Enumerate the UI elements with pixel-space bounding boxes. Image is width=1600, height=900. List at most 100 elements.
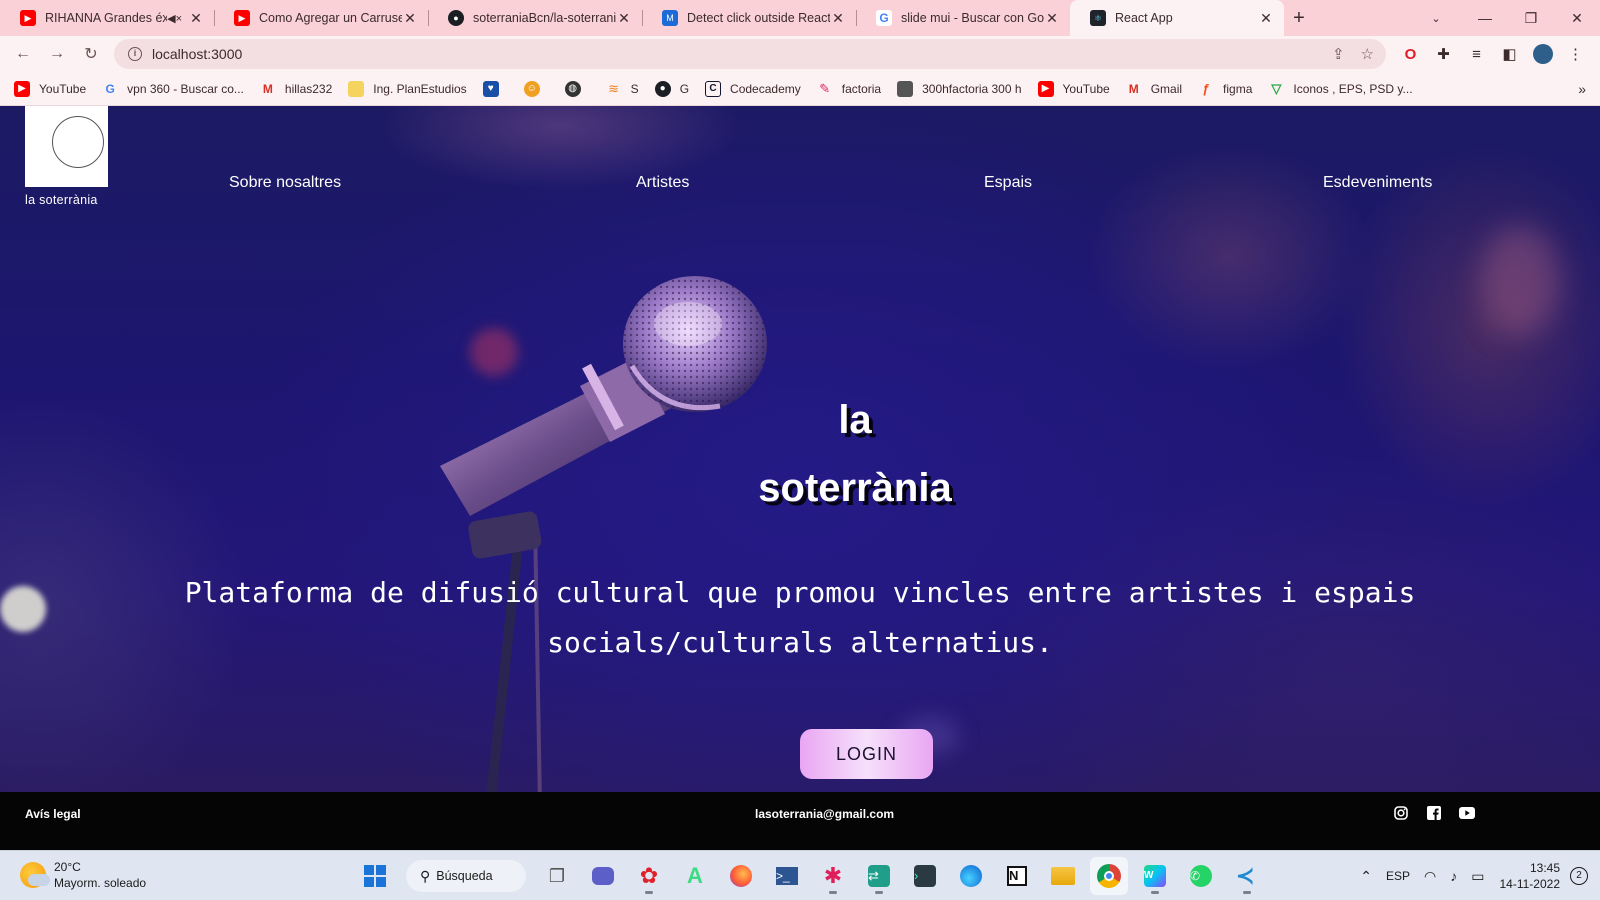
bookmark-item[interactable]: C Codecademy bbox=[705, 76, 809, 102]
web-page: la soterrània Sobre nosaltres Artistes E… bbox=[0, 106, 1600, 792]
bookmark-label: Gmail bbox=[1150, 81, 1183, 96]
browser-tab-detect-click[interactable]: M Detect click outside React c ✕ bbox=[642, 0, 856, 36]
battery-icon[interactable]: ▭ bbox=[1471, 868, 1484, 885]
bookmark-item[interactable]: ◍ bbox=[564, 76, 598, 102]
contact-email-link[interactable]: lasoterrania@gmail.com bbox=[755, 807, 894, 821]
vscode-icon[interactable]: ≺ bbox=[1228, 857, 1266, 895]
bookmark-item[interactable]: ▽ Iconos , EPS, PSD y... bbox=[1268, 76, 1420, 102]
facebook-icon[interactable] bbox=[1425, 804, 1442, 821]
speaker-muted-icon[interactable]: ◀× bbox=[167, 12, 182, 25]
close-tab-icon[interactable]: ✕ bbox=[1258, 10, 1274, 26]
bookmark-label: hillas232 bbox=[284, 81, 333, 96]
browser-tab-react-app[interactable]: ⚛ React App ✕ bbox=[1070, 0, 1284, 36]
notion-icon[interactable]: N bbox=[998, 857, 1036, 895]
profile-avatar-icon[interactable] bbox=[1526, 44, 1559, 64]
bookmark-item[interactable]: ✎ factoria bbox=[817, 76, 889, 102]
bookmark-star-icon[interactable]: ☆ bbox=[1361, 45, 1374, 63]
bookmark-item[interactable]: ƒ figma bbox=[1198, 76, 1260, 102]
restore-icon[interactable]: ❐ bbox=[1508, 0, 1554, 36]
nav-link-espais[interactable]: Espais bbox=[984, 174, 1032, 192]
sync-app-icon[interactable]: ⇄ bbox=[860, 857, 898, 895]
browser-tab-carrusel[interactable]: ▶ Como Agregar un Carrusel ✕ bbox=[214, 0, 428, 36]
browser-tab-google-search[interactable]: G slide mui - Buscar con Goo ✕ bbox=[856, 0, 1070, 36]
windows-start-icon[interactable] bbox=[356, 857, 394, 895]
browser-menu-icon[interactable]: ⋮ bbox=[1559, 45, 1592, 63]
media-controls-icon[interactable]: ≡ bbox=[1460, 46, 1493, 63]
slack-icon[interactable]: ✱ bbox=[814, 857, 852, 895]
side-panel-icon[interactable]: ◧ bbox=[1493, 45, 1526, 63]
opera-icon[interactable]: O bbox=[1394, 46, 1427, 63]
close-window-icon[interactable]: ✕ bbox=[1554, 0, 1600, 36]
bookmark-item[interactable]: Mhillas232 bbox=[260, 76, 340, 102]
close-tab-icon[interactable]: ✕ bbox=[1044, 10, 1060, 26]
youtube-icon[interactable] bbox=[1458, 804, 1475, 821]
huawei-icon[interactable]: ✿ bbox=[630, 857, 668, 895]
youtube-icon: ▶ bbox=[234, 10, 250, 26]
login-button[interactable]: LOGIN bbox=[800, 729, 933, 779]
file-explorer-icon[interactable] bbox=[1044, 857, 1082, 895]
legal-notice-link[interactable]: Avís legal bbox=[25, 807, 81, 821]
bookmark-item[interactable]: ☺ bbox=[523, 76, 557, 102]
tab-search-chevron-icon[interactable]: ⌄ bbox=[1421, 0, 1451, 36]
close-tab-icon[interactable]: ✕ bbox=[830, 10, 846, 26]
wifi-icon[interactable]: ◠ bbox=[1424, 868, 1436, 885]
share-icon[interactable]: ⇪ bbox=[1332, 45, 1345, 63]
android-studio-icon[interactable]: A bbox=[676, 857, 714, 895]
bookmark-item[interactable]: ♥ bbox=[482, 76, 516, 102]
firefox-icon[interactable] bbox=[722, 857, 760, 895]
bookmark-item[interactable]: ≋ S bbox=[606, 76, 647, 102]
google-icon: G bbox=[876, 10, 892, 26]
bookmark-label: S bbox=[630, 81, 639, 96]
bookmark-label: vpn 360 - Buscar co... bbox=[127, 81, 244, 96]
close-tab-icon[interactable]: ✕ bbox=[616, 10, 632, 26]
mui-icon: M bbox=[662, 10, 678, 26]
site-logo[interactable] bbox=[25, 106, 108, 187]
nav-link-esdeveniments[interactable]: Esdeveniments bbox=[1323, 174, 1432, 192]
reload-icon[interactable]: ↻ bbox=[74, 39, 108, 69]
bookmark-item[interactable]: ● G bbox=[654, 76, 697, 102]
whatsapp-icon[interactable]: ✆ bbox=[1182, 857, 1220, 895]
system-clock[interactable]: 13:45 14-11-2022 bbox=[1500, 860, 1561, 892]
bookmark-label: Codecademy bbox=[730, 81, 801, 96]
bookmark-item[interactable]: 300hfactoria 300 h bbox=[897, 76, 1029, 102]
back-icon[interactable]: ← bbox=[6, 39, 40, 69]
teams-chat-icon[interactable] bbox=[584, 857, 622, 895]
new-tab-button[interactable]: + bbox=[1284, 0, 1314, 36]
stack-icon: ≋ bbox=[608, 80, 620, 96]
task-view-icon[interactable]: ❐ bbox=[538, 857, 576, 895]
bookmark-item[interactable]: ▶ YouTube bbox=[1037, 76, 1118, 102]
bokeh-light bbox=[1480, 226, 1560, 336]
extensions-puzzle-icon[interactable]: ✚ bbox=[1427, 45, 1460, 63]
bookmark-item[interactable]: Ing. PlanEstudios bbox=[348, 76, 474, 102]
close-tab-icon[interactable]: ✕ bbox=[188, 10, 204, 26]
bookmarks-overflow-icon[interactable]: » bbox=[1578, 72, 1586, 106]
page-icon bbox=[897, 80, 914, 97]
chrome-icon[interactable] bbox=[1090, 857, 1128, 895]
taskbar-search[interactable]: ⚲ Búsqueda bbox=[406, 860, 526, 892]
weather-widget[interactable]: 20°C Mayorm. soleado bbox=[20, 859, 146, 891]
edge-icon[interactable] bbox=[952, 857, 990, 895]
bookmark-item[interactable]: M Gmail bbox=[1126, 76, 1190, 102]
bookmark-item[interactable]: Gvpn 360 - Buscar co... bbox=[102, 76, 252, 102]
webstorm-icon[interactable]: W bbox=[1136, 857, 1174, 895]
tray-overflow-icon[interactable]: ⌃ bbox=[1360, 868, 1372, 885]
bookmark-item[interactable]: ▶ YouTube bbox=[14, 76, 94, 102]
volume-icon[interactable]: ♪ bbox=[1450, 868, 1457, 884]
address-bar[interactable]: i localhost:3000 ⇪ ☆ bbox=[114, 39, 1386, 69]
nav-link-artistes[interactable]: Artistes bbox=[636, 174, 689, 192]
gmail-icon: M bbox=[262, 81, 273, 96]
notification-count-badge[interactable]: 2 bbox=[1570, 867, 1588, 885]
browser-tab-github[interactable]: ● soterraniaBcn/la-soterrania ✕ bbox=[428, 0, 642, 36]
globe-icon: ◍ bbox=[564, 80, 581, 97]
minimize-icon[interactable]: — bbox=[1462, 0, 1508, 36]
instagram-icon[interactable] bbox=[1392, 804, 1409, 821]
bookmark-label: Iconos , EPS, PSD y... bbox=[1293, 81, 1413, 96]
browser-tab-rihanna[interactable]: ▶ RIHANNA Grandes éxit ◀× ✕ bbox=[0, 0, 214, 36]
close-tab-icon[interactable]: ✕ bbox=[402, 10, 418, 26]
nav-link-sobre-nosaltres[interactable]: Sobre nosaltres bbox=[229, 174, 341, 192]
site-info-icon[interactable]: i bbox=[128, 47, 142, 61]
powershell-icon[interactable]: >_ bbox=[768, 857, 806, 895]
forward-icon[interactable]: → bbox=[40, 39, 74, 69]
language-indicator[interactable]: ESP bbox=[1386, 869, 1410, 883]
dev-tool-icon[interactable]: › bbox=[906, 857, 944, 895]
